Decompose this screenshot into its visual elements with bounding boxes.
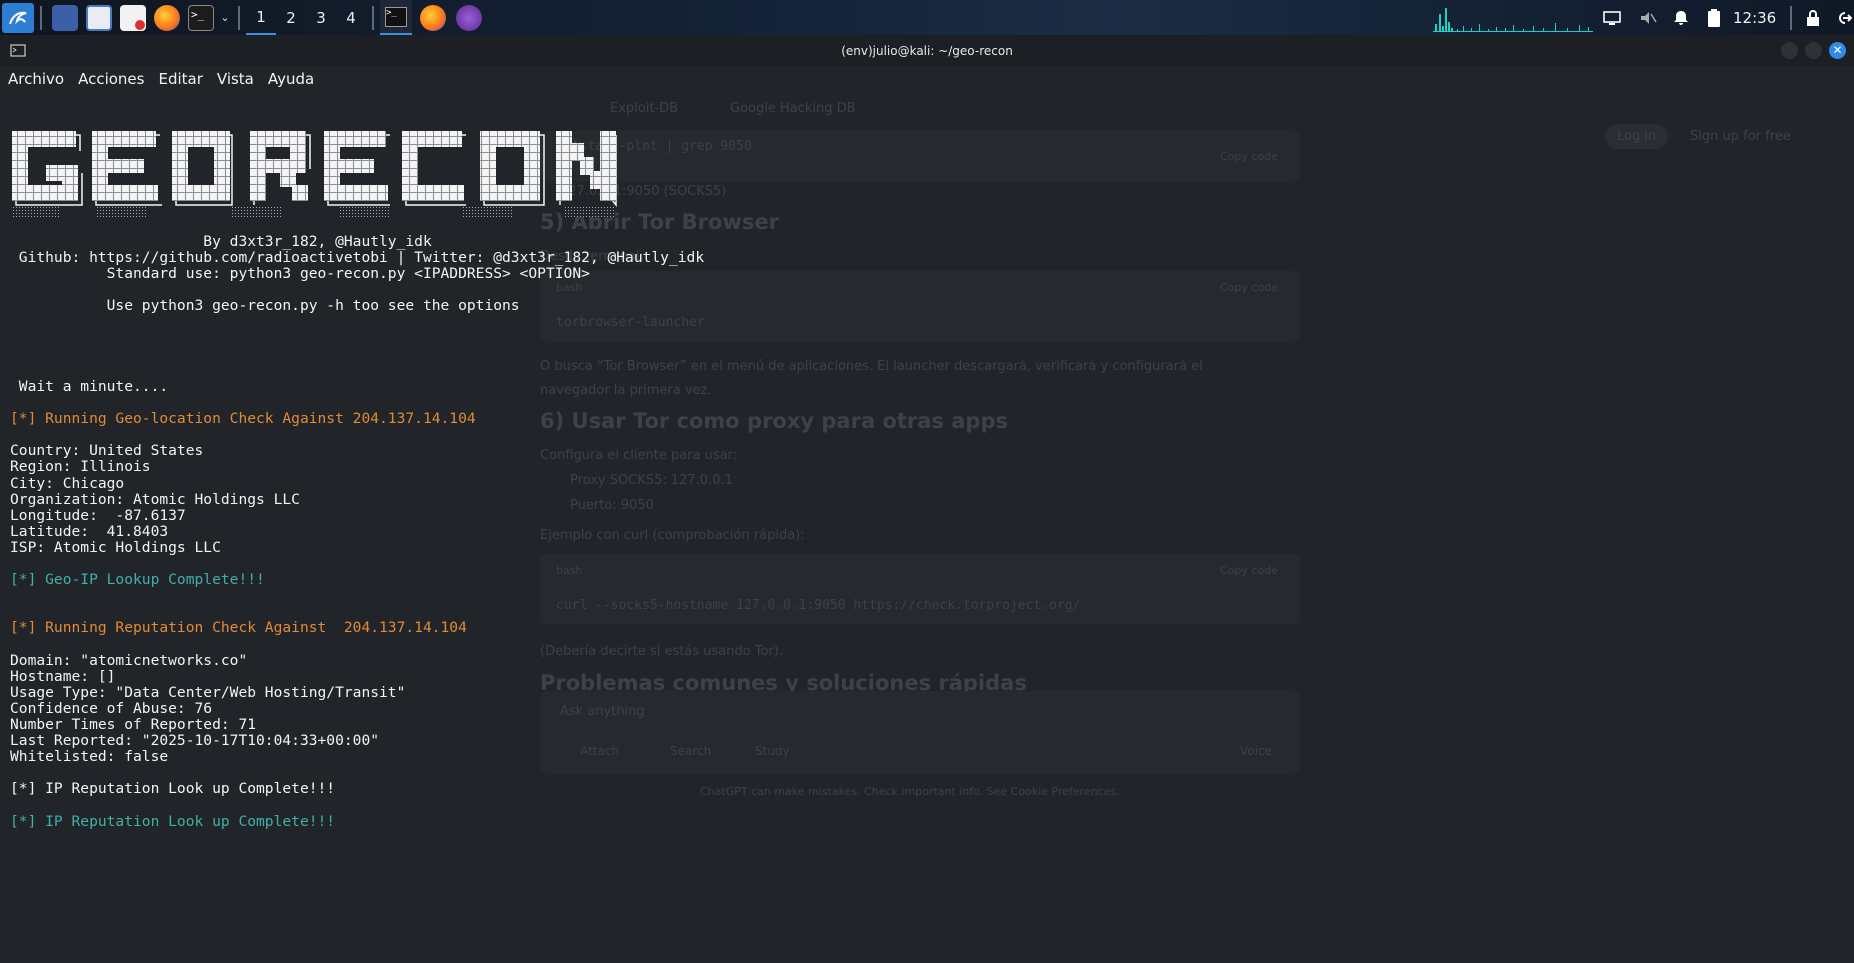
terminal-launcher-icon[interactable]: >_ [188,4,214,31]
list-item-1: Proxy SOCKS5: 127.0.0.1 [570,473,733,488]
kali-menu-icon[interactable] [2,2,34,33]
panel-separator [1790,5,1793,30]
chevron-down-icon[interactable]: ⌄ [218,0,232,35]
paragraph-6a: O busca “Tor Browser” en el menú de apli… [540,359,1203,374]
code-lang-3: bash [556,564,583,577]
workspace-4[interactable]: 4 [336,0,366,35]
text-editor-icon[interactable] [120,4,146,31]
window-titlebar[interactable]: (env)julio@kali: ~/geo-recon ✕ [0,35,1854,67]
list-item-2: Puerto: 9050 [570,498,654,513]
terminal-line: Whitelisted: false [10,748,169,766]
menu-vista[interactable]: Vista [217,70,254,88]
logout-icon[interactable] [1836,10,1853,26]
top-panel: >_ ⌄ 1 2 3 4 >_ 12:36 [0,0,1854,35]
window-title: (env)julio@kali: ~/geo-recon [841,44,1013,58]
terminal-window: (env)julio@kali: ~/geo-recon ✕ Archivo A… [0,35,1854,963]
bookmark-google-hacking-db: Google Hacking DB [730,101,856,116]
notifications-bell-icon[interactable] [1673,10,1689,26]
copy-code-2: Copy code [1220,281,1278,294]
minimize-button[interactable] [1781,42,1798,59]
taskbar-firefox-icon[interactable] [420,4,446,31]
code-3: curl --socks5-hostname 127.0.0.1:9050 ht… [556,598,1081,613]
footer-disclaimer: ChatGPT can make mistakes. Check importa… [700,785,1120,798]
cpu-monitor-graph[interactable] [1433,4,1593,32]
volume-muted-icon[interactable] [1639,10,1657,26]
terminal-line: ISP: Atomic Holdings LLC [10,538,221,556]
battery-icon[interactable] [1707,8,1721,27]
terminal-icon: >_ [385,6,407,27]
terminal-line: Wait a minute.... [10,377,169,395]
background-browser-page: Exploit-DB Google Hacking DB Log in Sign… [540,101,1791,951]
terminal-line: Standard use: python3 geo-recon.py <IPAD… [10,265,590,283]
bookmark-exploit-db: Exploit-DB [610,101,679,116]
menu-bar: Archivo Acciones Editar Vista Ayuda [0,67,1854,91]
terminal-line: [*] IP Reputation Look up Complete!!! [10,812,336,830]
heading-6: 6) Usar Tor como proxy para otras apps [540,409,1008,433]
workspace-1[interactable]: 1 [246,0,276,35]
search-tool: Search [670,744,712,758]
panel-separator [372,5,374,30]
workspace-2[interactable]: 2 [276,0,306,35]
attach-tool: Attach [580,744,619,758]
menu-editar[interactable]: Editar [158,70,202,88]
terminal-line: [*] Geo-IP Lookup Complete!!! [10,571,265,589]
study-tool: Study [755,744,790,758]
geo-recon-ascii-banner [12,131,617,217]
prompt-box [540,691,1300,773]
taskbar-terminal-window[interactable]: >_ [380,0,412,35]
copy-code-1: Copy code [1220,150,1278,163]
panel-separator [40,5,42,30]
menu-acciones[interactable]: Acciones [78,70,144,88]
terminal-line: [*] IP Reputation Look up Complete!!! [10,780,336,798]
code-block-3 [540,554,1300,624]
paragraph-7: Configura el cliente para usar: [540,448,738,463]
menu-archivo[interactable]: Archivo [8,70,64,88]
terminal-line: [*] Running Geo-location Check Against 2… [10,410,476,428]
workspace-3[interactable]: 3 [306,0,336,35]
clock[interactable]: 12:36 [1733,9,1776,27]
prompt-placeholder: Ask anything [560,704,645,719]
lock-screen-icon[interactable] [1806,9,1820,26]
panel-separator [238,5,240,30]
file-manager-icon[interactable] [86,4,112,31]
signup-button: Sign up for free [1690,129,1791,144]
copy-code-3: Copy code [1220,564,1278,577]
menu-ayuda[interactable]: Ayuda [268,70,314,88]
maximize-button[interactable] [1805,42,1822,59]
code-2: torbrowser-launcher [556,315,705,330]
terminal-line: Use python3 geo-recon.py -h too see the … [10,297,520,315]
terminal-output[interactable]: Exploit-DB Google Hacking DB Log in Sign… [0,91,1840,963]
voice-tool: Voice [1240,744,1272,758]
close-icon: ✕ [1832,43,1843,57]
terminal-line: [*] Running Reputation Check Against 204… [10,619,467,637]
close-button[interactable]: ✕ [1829,42,1846,59]
paragraph-6b: navegador la primera vez. [540,383,712,398]
show-desktop-icon[interactable] [52,4,78,31]
firefox-icon[interactable] [154,4,180,31]
display-icon[interactable] [1603,10,1621,26]
tor-browser-icon[interactable] [456,4,482,31]
system-tray: 12:36 [1603,0,1853,35]
paragraph-9: (Debería decirte si estás usando Tor). [540,644,784,659]
code-block-2 [540,271,1300,341]
paragraph-8: Ejemplo con curl (comprobación rápida): [540,528,805,543]
login-button: Log in [1605,124,1669,149]
